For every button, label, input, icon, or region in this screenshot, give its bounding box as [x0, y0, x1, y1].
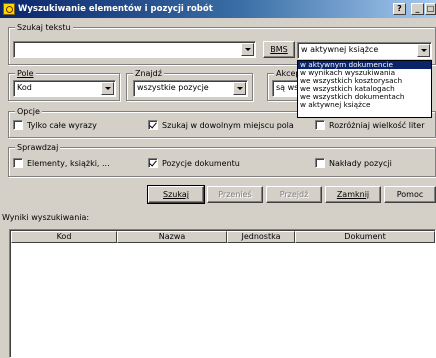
chevron-down-icon[interactable]	[417, 44, 430, 57]
elements-label: Elementy, książki, ...	[27, 158, 110, 168]
field-select[interactable]: Kod	[13, 80, 116, 97]
chevron-down-icon[interactable]	[233, 82, 246, 95]
options-group-label: Opcje	[15, 106, 42, 117]
search-text-combobox[interactable]	[13, 41, 256, 58]
app-icon	[3, 3, 15, 15]
checkbox-box[interactable]	[315, 120, 325, 130]
scope-option[interactable]: w wynikach wyszukiwania	[298, 69, 431, 77]
jump-button-label: Przejdź	[279, 190, 309, 199]
scope-option[interactable]: we wszystkich dokumentach	[298, 93, 431, 101]
search-button[interactable]: Szukaj	[147, 185, 205, 204]
move-button-label: Przenieś	[218, 190, 252, 199]
whole-words-checkbox[interactable]: Tylko całe wyrazy	[13, 120, 97, 130]
checkbox-box[interactable]	[13, 120, 23, 130]
expenditures-checkbox[interactable]: Nakłady pozycji	[315, 158, 392, 168]
column-header-name[interactable]: Nazwa	[117, 231, 227, 243]
check-group-label: Sprawdzaj	[15, 142, 61, 153]
positions-label: Pozycje dokumentu	[162, 158, 240, 168]
checkmark-icon[interactable]	[148, 120, 158, 130]
find-select[interactable]: wszystkie pozycje	[133, 80, 248, 97]
column-header-document[interactable]: Dokument	[295, 231, 435, 243]
scope-option[interactable]: we wszystkich katalogach	[298, 85, 431, 93]
field-group-label: Pole	[15, 68, 36, 79]
anywhere-label: Szukaj w dowolnym miejscu pola	[162, 120, 294, 130]
results-table[interactable]: Kod Nazwa Jednostka Dokument	[9, 229, 436, 358]
title-bar[interactable]: Wyszukiwanie elementów i pozycji robót ?…	[0, 0, 436, 18]
chevron-down-icon[interactable]	[241, 43, 254, 56]
bms-button[interactable]: BMS	[263, 41, 295, 58]
elements-checkbox[interactable]: Elementy, książki, ...	[13, 158, 110, 168]
column-header-unit[interactable]: Jednostka	[227, 231, 295, 243]
find-group-label: Znajdź	[133, 68, 164, 79]
scope-option[interactable]: w aktywnym dokumencie	[298, 61, 431, 69]
field-value: Kod	[17, 83, 32, 92]
close-button[interactable]: Zamknij	[325, 186, 381, 203]
search-text-label: Szukaj tekstu	[15, 22, 73, 33]
maximize-button[interactable]: □	[425, 3, 436, 15]
accept-value: są ws	[276, 83, 299, 92]
close-button-label: Zamknij	[336, 190, 370, 199]
case-sensitive-label: Rozróżniaj wielkość liter	[329, 120, 425, 130]
minimize-button[interactable]: _	[411, 3, 424, 15]
move-button[interactable]: Przenieś	[207, 186, 263, 203]
find-value: wszystkie pozycje	[137, 83, 209, 92]
column-header-code[interactable]: Kod	[11, 231, 117, 243]
bms-button-label: BMS	[270, 45, 288, 54]
case-sensitive-checkbox[interactable]: Rozróżniaj wielkość liter	[315, 120, 425, 130]
checkbox-box[interactable]	[13, 158, 23, 168]
jump-button[interactable]: Przejdź	[266, 186, 322, 203]
search-dialog: Wyszukiwanie elementów i pozycji robót ?…	[0, 0, 436, 358]
window-title: Wyszukiwanie elementów i pozycji robót	[18, 4, 213, 14]
help-button[interactable]: Pomoc	[384, 186, 436, 203]
results-label: Wyniki wyszukiwania:	[2, 213, 90, 222]
checkmark-icon[interactable]	[148, 158, 158, 168]
search-scope-value: w aktywnej książce	[301, 45, 379, 54]
search-button-label: Szukaj	[163, 190, 189, 199]
chevron-down-icon[interactable]	[101, 82, 114, 95]
anywhere-checkbox[interactable]: Szukaj w dowolnym miejscu pola	[148, 120, 294, 130]
scope-option[interactable]: w aktywnej książce	[298, 101, 431, 109]
whole-words-label: Tylko całe wyrazy	[27, 120, 97, 130]
search-scope-dropdown-list[interactable]: w aktywnym dokumencie w wynikach wyszuki…	[297, 60, 432, 118]
help-button-label: Pomoc	[396, 190, 424, 199]
help-title-button[interactable]: ?	[393, 3, 406, 15]
positions-checkbox[interactable]: Pozycje dokumentu	[148, 158, 240, 168]
scope-option[interactable]: we wszystkich kosztorysach	[298, 77, 431, 85]
checkbox-box[interactable]	[315, 158, 325, 168]
search-scope-select[interactable]: w aktywnej książce	[297, 42, 432, 59]
expenditures-label: Nakłady pozycji	[329, 158, 392, 168]
